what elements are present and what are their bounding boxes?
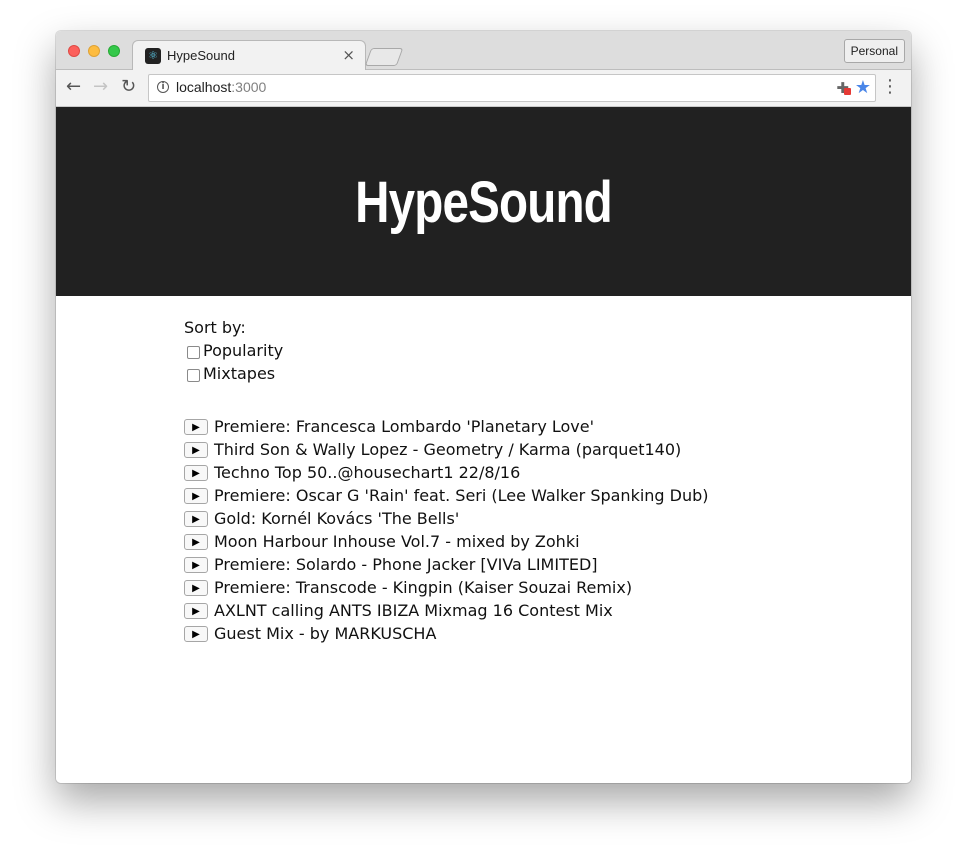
track-title: Premiere: Transcode - Kingpin (Kaiser So… [214,578,633,597]
track-title: Techno Top 50..@housechart1 22/8/16 [214,463,521,482]
url-text: localhost:3000 [176,79,266,95]
track-item: ▶ AXLNT calling ANTS IBIZA Mixmag 16 Con… [184,599,804,622]
play-button[interactable]: ▶ [184,556,208,573]
track-item: ▶ Premiere: Francesca Lombardo 'Planetar… [184,415,804,438]
extension-badge [844,88,851,95]
play-button[interactable]: ▶ [184,441,208,458]
browser-window: ⚛ HypeSound × Personal ← → ↻ i localhost… [56,31,911,783]
active-tab[interactable]: ⚛ HypeSound × [132,40,366,71]
sort-option-mixtapes[interactable]: Mixtapes [184,362,804,385]
main-section: Sort by: Popularity Mixtapes ▶ Premiere:… [184,316,804,645]
url-port: :3000 [231,79,267,95]
site-title: HypeSound [355,170,613,235]
sort-label: Sort by: [184,318,246,337]
track-title: Third Son & Wally Lopez - Geometry / Kar… [214,440,682,459]
react-favicon-icon: ⚛ [145,48,161,64]
forward-arrow-icon[interactable]: → [93,76,108,97]
kebab-menu-icon[interactable]: ⋮ [881,76,899,97]
minimize-window-button[interactable] [88,45,100,57]
maximize-window-button[interactable] [108,45,120,57]
track-title: Gold: Kornél Kovács 'The Bells' [214,509,460,528]
track-item: ▶ Premiere: Transcode - Kingpin (Kaiser … [184,576,804,599]
track-item: ▶ Premiere: Oscar G 'Rain' feat. Seri (L… [184,484,804,507]
profile-button[interactable]: Personal [843,39,905,63]
sort-option-label: Mixtapes [203,364,276,383]
track-title: Premiere: Oscar G 'Rain' feat. Seri (Lee… [214,486,709,505]
play-button[interactable]: ▶ [184,579,208,596]
track-title: Guest Mix - by MARKUSCHA [214,624,437,643]
play-button[interactable]: ▶ [184,418,208,435]
tab-bar: ⚛ HypeSound × Personal [56,31,911,71]
mixtapes-checkbox[interactable] [187,369,200,382]
address-bar[interactable]: i localhost:3000 ✚ ★ [148,74,876,102]
tab-title: HypeSound [167,48,235,63]
play-button[interactable]: ▶ [184,510,208,527]
sort-option-popularity[interactable]: Popularity [184,339,804,362]
url-host: localhost [176,79,232,95]
track-item: ▶ Third Son & Wally Lopez - Geometry / K… [184,438,804,461]
new-tab-button[interactable] [364,48,404,66]
track-title: Moon Harbour Inhouse Vol.7 - mixed by Zo… [214,532,580,551]
track-item: ▶ Premiere: Solardo - Phone Jacker [VIVa… [184,553,804,576]
track-title: AXLNT calling ANTS IBIZA Mixmag 16 Conte… [214,601,613,620]
play-button[interactable]: ▶ [184,464,208,481]
track-item: ▶ Techno Top 50..@housechart1 22/8/16 [184,461,804,484]
play-button[interactable]: ▶ [184,533,208,550]
track-item: ▶ Gold: Kornél Kovács 'The Bells' [184,507,804,530]
sort-option-label: Popularity [203,341,284,360]
track-list: ▶ Premiere: Francesca Lombardo 'Planetar… [184,415,804,645]
site-header: HypeSound [56,107,911,296]
track-title: Premiere: Francesca Lombardo 'Planetary … [214,417,595,436]
info-icon[interactable]: i [157,81,169,93]
browser-toolbar: ← → ↻ i localhost:3000 ✚ ★ ⋮ [56,70,911,107]
play-button[interactable]: ▶ [184,602,208,619]
reload-icon[interactable]: ↻ [121,76,136,97]
track-item: ▶ Moon Harbour Inhouse Vol.7 - mixed by … [184,530,804,553]
close-window-button[interactable] [68,45,80,57]
tab-close-icon[interactable]: × [342,46,355,64]
play-button[interactable]: ▶ [184,487,208,504]
play-button[interactable]: ▶ [184,625,208,642]
popularity-checkbox[interactable] [187,346,200,359]
back-arrow-icon[interactable]: ← [66,76,81,97]
track-title: Premiere: Solardo - Phone Jacker [VIVa L… [214,555,598,574]
track-item: ▶ Guest Mix - by MARKUSCHA [184,622,804,645]
bookmark-star-icon[interactable]: ★ [855,77,871,98]
page-content: HypeSound Sort by: Popularity Mixtapes ▶… [56,107,911,783]
